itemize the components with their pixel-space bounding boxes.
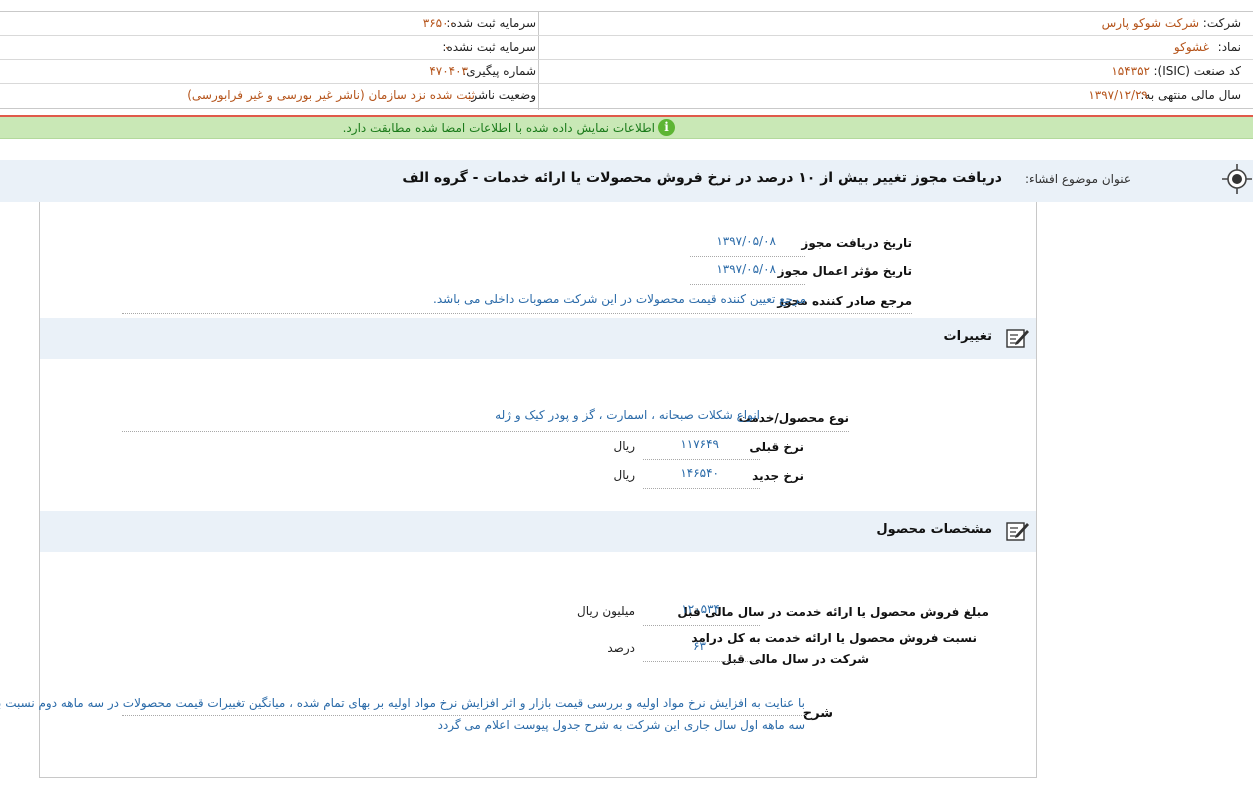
registered-capital-label: سرمایه ثبت شده: [446, 16, 536, 30]
symbol-label: نماد: [1217, 40, 1241, 54]
fiscal-year-label: سال مالی منتهی به: [1140, 88, 1241, 102]
effective-date-label: تاریخ مؤثر اعمال مجوز [777, 264, 912, 278]
specs-title: مشخصات محصول [876, 522, 992, 537]
field-underline [643, 661, 760, 662]
unregistered-capital-value: ۰ [443, 40, 450, 54]
info-row: شرکت: شرکت شوکو پارس سرمایه ثبت شده: ۳۶۵… [0, 12, 1253, 36]
symbol-value[interactable]: غشوکو [1174, 40, 1209, 54]
changes-section-bar: تغییرات [40, 318, 1036, 359]
prev-year-sales-value: ۱۲۰۵۳۴ [681, 602, 720, 616]
registered-capital-value: ۳۶۵۰۰ [422, 16, 455, 30]
sales-ratio-label-line2: شرکت در سال مالی قبل [721, 652, 870, 666]
description-line: با عنایت به افزایش نرخ مواد اولیه و بررس… [0, 696, 805, 710]
prev-year-sales-label: مبلغ فروش محصول یا ارائه خدمت در سال مال… [677, 605, 989, 619]
field-underline [122, 715, 806, 716]
field-underline [122, 313, 912, 314]
notice-text: اطلاعات نمایش داده شده با اطلاعات امضا ش… [342, 121, 655, 135]
subject-label: عنوان موضوع افشاء: [1024, 172, 1131, 186]
tracking-value: ۴۷۰۴۰۳ [429, 64, 468, 78]
field-underline [643, 625, 760, 626]
isic-value: ۱۵۴۳۵۲ [1111, 64, 1150, 78]
company-label: شرکت: [1202, 16, 1241, 30]
unregistered-capital-label: سرمایه ثبت نشده: [442, 40, 536, 54]
edit-icon [1006, 522, 1029, 541]
new-rate-value: ۱۴۶۵۴۰ [680, 466, 719, 480]
new-rate-label: نرخ جدید [752, 469, 804, 483]
field-underline [690, 284, 805, 285]
prev-rate-value: ۱۱۷۶۴۹ [680, 437, 719, 451]
publisher-status-label: وضعیت ناشر: [467, 88, 536, 102]
sales-ratio-value: ۶۳ [693, 639, 706, 653]
field-underline [690, 256, 805, 257]
info-row: نماد: غشوکو سرمایه ثبت نشده: ۰ [0, 36, 1253, 60]
field-underline [643, 488, 760, 489]
prev-rate-label: نرخ قبلی [749, 440, 804, 454]
info-icon: i [658, 119, 675, 136]
notice-bar: اطلاعات نمایش داده شده با اطلاعات امضا ش… [0, 117, 1253, 139]
edit-icon [1006, 329, 1029, 348]
specs-section-bar: مشخصات محصول [40, 511, 1036, 552]
target-icon [1222, 164, 1252, 194]
company-info-table: شرکت: شرکت شوکو پارس سرمایه ثبت شده: ۳۶۵… [0, 11, 1253, 110]
isic-label: کد صنعت (ISIC): [1153, 64, 1241, 78]
company-value[interactable]: شرکت شوکو پارس [1102, 16, 1199, 30]
prev-rate-unit: ریال [613, 439, 635, 453]
sales-ratio-label-line1: نسبت فروش محصول یا ارائه خدمت به کل درام… [691, 631, 977, 645]
effective-date-value: ۱۳۹۷/۰۵/۰۸ [716, 262, 776, 276]
info-row: سال مالی منتهی به: ۱۳۹۷/۱۲/۲۹ وضعیت ناشر… [0, 84, 1253, 108]
description-label: شرح [802, 706, 833, 721]
description-text: با عنایت به افزایش نرخ مواد اولیه و بررس… [0, 692, 805, 736]
info-row: کد صنعت (ISIC): ۱۵۴۳۵۲ شماره پیگیری: ۴۷۰… [0, 60, 1253, 84]
new-rate-unit: ریال [613, 468, 635, 482]
subject-bar: عنوان موضوع افشاء: دریافت مجوز تغییر بیش… [0, 160, 1253, 202]
sales-ratio-unit: درصد [607, 641, 635, 655]
field-underline [643, 459, 760, 460]
receive-date-value: ۱۳۹۷/۰۵/۰۸ [716, 234, 776, 248]
tracking-label: شماره پیگیری: [462, 64, 536, 78]
field-underline [122, 431, 849, 432]
changes-title: تغییرات [943, 329, 992, 344]
receive-date-label: تاریخ دریافت مجوز [801, 236, 912, 250]
subject-title: دریافت مجوز تغییر بیش از ۱۰ درصد در نرخ … [402, 170, 1002, 186]
fiscal-year-value: ۱۳۹۷/۱۲/۲۹ [1088, 88, 1148, 102]
description-line: سه ماهه اول سال جاری این شرکت به شرح جدو… [437, 718, 805, 732]
publisher-status-value: ثبت شده نزد سازمان (ناشر غیر بورسی و غیر… [187, 88, 475, 102]
prev-year-sales-unit: میلیون ریال [577, 604, 635, 618]
issuer-value: مرجع تعیین کننده قیمت محصولات در این شرک… [433, 292, 806, 306]
product-type-value: انواع شکلات صبحانه ، اسمارت ، گز و پودر … [495, 408, 760, 422]
